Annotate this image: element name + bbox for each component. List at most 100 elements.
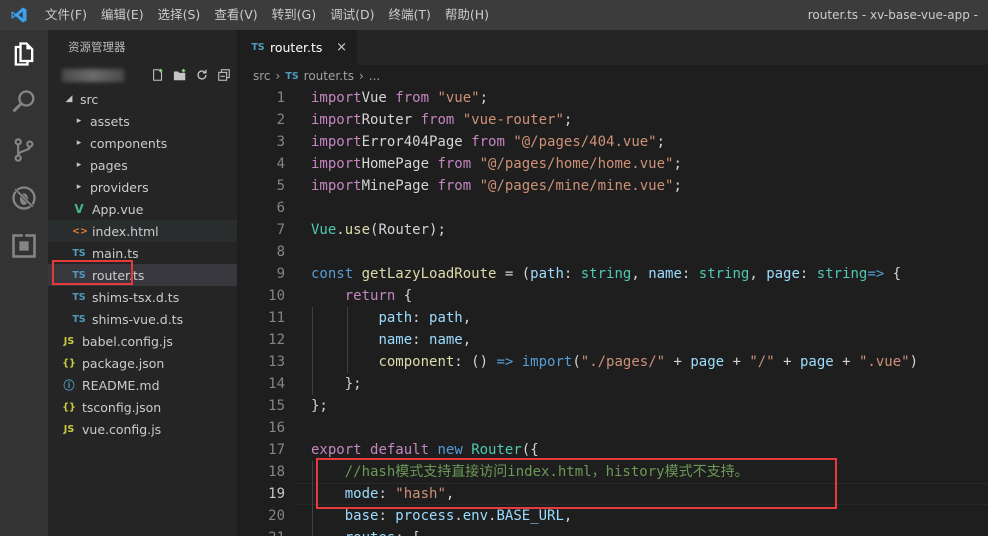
menu-item[interactable]: 终端(T) bbox=[381, 0, 437, 30]
tab-close-icon[interactable]: × bbox=[336, 30, 347, 65]
code-text: //hash模式支持直接访问index.html，history模式不支持。 bbox=[311, 461, 749, 483]
code-line: 1 importVue from "vue"; bbox=[237, 87, 988, 109]
tab-router-ts[interactable]: TS router.ts × bbox=[237, 30, 357, 65]
new-folder-icon[interactable] bbox=[173, 68, 187, 82]
tree-item-label: index.html bbox=[92, 223, 159, 239]
tree-item-readme-md[interactable]: ⓘ README.md bbox=[48, 374, 237, 396]
extensions-icon[interactable] bbox=[0, 222, 48, 270]
code-token: , bbox=[749, 266, 767, 282]
tree-item-vue-config-js[interactable]: JS vue.config.js bbox=[48, 418, 237, 440]
tree-item-tsconfig-json[interactable]: {} tsconfig.json bbox=[48, 396, 237, 418]
blurred-workspace-name bbox=[62, 68, 124, 82]
code-token: path bbox=[378, 310, 413, 326]
explorer-icon[interactable] bbox=[0, 30, 48, 78]
breadcrumb-src[interactable]: src bbox=[253, 69, 271, 83]
code-line: 5 importMinePage from "@/pages/mine/mine.… bbox=[237, 175, 988, 197]
line-number: 20 bbox=[268, 508, 285, 524]
code-token: string bbox=[816, 266, 868, 282]
tree-item-index-html[interactable]: <> index.html bbox=[48, 220, 237, 242]
tree-item-package-json[interactable]: {} package.json bbox=[48, 352, 237, 374]
code-token: ; bbox=[673, 178, 682, 194]
tree-item-components[interactable]: ▸ components bbox=[48, 132, 237, 154]
breadcrumb-ellipsis[interactable]: ... bbox=[369, 69, 380, 83]
tree-item-app-vue[interactable]: V App.vue bbox=[48, 198, 237, 220]
menu-item[interactable]: 帮助(H) bbox=[438, 0, 496, 30]
code-token: import bbox=[521, 354, 573, 370]
code-text: Vue.use(Router); bbox=[311, 219, 446, 241]
code-token: use bbox=[344, 222, 371, 238]
code-token: HomePage bbox=[361, 156, 438, 172]
code-token: Vue bbox=[361, 90, 396, 106]
tree-item-label: babel.config.js bbox=[82, 333, 173, 349]
menu-item[interactable]: 选择(S) bbox=[151, 0, 208, 30]
tree-item-src[interactable]: ◢ src bbox=[48, 88, 237, 110]
tree-item-pages[interactable]: ▸ pages bbox=[48, 154, 237, 176]
menu-item[interactable]: 转到(G) bbox=[265, 0, 323, 30]
ts-file-icon: TS bbox=[285, 70, 299, 82]
code-editor[interactable]: 1 importVue from "vue"; 2 importRouter from… bbox=[237, 87, 988, 536]
line-number: 4 bbox=[276, 156, 285, 172]
vscode-logo-icon bbox=[0, 0, 38, 30]
tree-item-label: vue.config.js bbox=[82, 421, 162, 437]
line-number: 10 bbox=[268, 288, 285, 304]
code-line: 4 importHomePage from "@/pages/home/home.… bbox=[237, 153, 988, 175]
code-token: "./pages/" bbox=[580, 354, 666, 370]
code-text: importRouter from "vue-router"; bbox=[311, 109, 572, 131]
line-number: 12 bbox=[268, 332, 285, 348]
tab-label: router.ts bbox=[270, 40, 323, 55]
source-control-icon[interactable] bbox=[0, 126, 48, 174]
code-token: mode bbox=[344, 486, 379, 502]
code-token: { bbox=[395, 288, 413, 304]
tree-item-router-ts[interactable]: TS router.ts bbox=[48, 264, 237, 286]
code-token: from bbox=[420, 112, 455, 128]
code-token: : bbox=[378, 508, 396, 524]
code-token: "@/pages/404.vue" bbox=[513, 134, 657, 150]
tree-item-babel-config-js[interactable]: JS babel.config.js bbox=[48, 330, 237, 352]
code-token: base bbox=[344, 508, 379, 524]
code-token: : bbox=[412, 310, 430, 326]
code-token: Vue bbox=[311, 222, 337, 238]
code-text: return { bbox=[311, 285, 412, 307]
menu-item[interactable]: 查看(V) bbox=[207, 0, 264, 30]
tree-item-assets[interactable]: ▸ assets bbox=[48, 110, 237, 132]
code-token: import bbox=[311, 178, 362, 194]
tree-item-main-ts[interactable]: TS main.ts bbox=[48, 242, 237, 264]
tree-item-label: package.json bbox=[82, 355, 165, 371]
menu-item[interactable]: 调试(D) bbox=[323, 0, 381, 30]
chevron-down-icon[interactable]: ◢ bbox=[62, 94, 76, 104]
search-icon[interactable] bbox=[0, 78, 48, 126]
code-token: ; bbox=[479, 90, 489, 106]
chevron-right-icon[interactable]: ▸ bbox=[72, 138, 86, 148]
code-text: importError404Page from "@/pages/404.vue… bbox=[311, 131, 665, 153]
code-token: default bbox=[370, 442, 430, 458]
breadcrumb-router-ts[interactable]: router.ts bbox=[304, 69, 354, 83]
chevron-right-icon[interactable]: ▸ bbox=[72, 160, 86, 170]
tree-item-shims-vue-d-ts[interactable]: TS shims-vue.d.ts bbox=[48, 308, 237, 330]
ts-file-icon: TS bbox=[72, 291, 86, 303]
code-line: 13 component: () => import("./pages/" + … bbox=[237, 351, 988, 373]
code-token: + bbox=[724, 354, 750, 370]
menu-item[interactable]: 文件(F) bbox=[38, 0, 94, 30]
new-file-icon[interactable] bbox=[151, 68, 165, 82]
code-line: 18 //hash模式支持直接访问index.html，history模式不支持… bbox=[237, 461, 988, 483]
menu-item[interactable]: 编辑(E) bbox=[94, 0, 151, 30]
menu-bar: 文件(F) 编辑(E) 选择(S) 查看(V) 转到(G) 调试(D) 终端(T) 帮助(H) bbox=[38, 0, 496, 30]
json-file-icon: {} bbox=[62, 401, 76, 413]
collapse-all-icon[interactable] bbox=[217, 68, 231, 82]
debug-icon[interactable] bbox=[0, 174, 48, 222]
ts-file-icon: TS bbox=[251, 42, 265, 53]
chevron-right-icon[interactable]: ▸ bbox=[72, 182, 86, 192]
refresh-icon[interactable] bbox=[195, 68, 209, 82]
code-token: , bbox=[631, 266, 649, 282]
code-token: getLazyLoadRoute bbox=[361, 266, 497, 282]
code-token: }; bbox=[311, 376, 362, 392]
code-line: 10 return { bbox=[237, 285, 988, 307]
code-token: , bbox=[462, 310, 472, 326]
tree-item-shims-tsx-d-ts[interactable]: TS shims-tsx.d.ts bbox=[48, 286, 237, 308]
workspace-section-header[interactable] bbox=[48, 64, 237, 86]
chevron-right-icon[interactable]: ▸ bbox=[72, 116, 86, 126]
tree-item-providers[interactable]: ▸ providers bbox=[48, 176, 237, 198]
code-token: ".vue" bbox=[858, 354, 910, 370]
